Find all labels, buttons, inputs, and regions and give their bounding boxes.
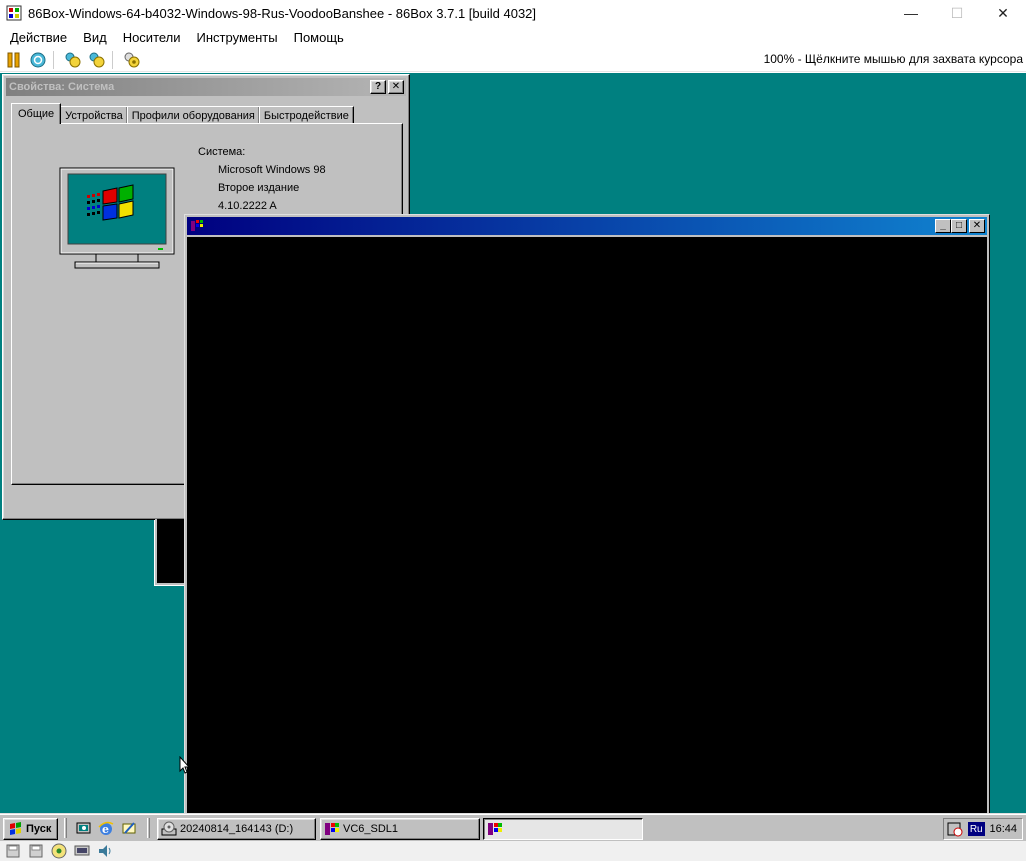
- system-properties-caption[interactable]: Свойства: Система ? ✕: [6, 78, 406, 96]
- host-menu-bar: Действие Вид Носители Инструменты Помощь: [0, 26, 1026, 48]
- menu-action[interactable]: Действие: [0, 30, 75, 45]
- start-label: Пуск: [26, 823, 52, 835]
- tasks-grip[interactable]: [147, 818, 150, 838]
- taskbar: Пуск e 20240814_164143 (D:) VC6_SDL1 Ru: [0, 813, 1026, 841]
- pause-icon[interactable]: [4, 50, 24, 70]
- outlook-express-icon[interactable]: [120, 819, 138, 837]
- menu-help[interactable]: Помощь: [286, 30, 352, 45]
- host-status-bar: [0, 841, 1026, 861]
- floppy-b-icon[interactable]: [27, 843, 45, 859]
- app-window-icon: [191, 220, 203, 231]
- sdl-close-button[interactable]: ✕: [969, 219, 985, 233]
- internet-explorer-icon[interactable]: e: [97, 819, 115, 837]
- toolbar-separator: [112, 50, 113, 69]
- sound-icon[interactable]: [96, 843, 114, 859]
- scheduler-icon[interactable]: [947, 821, 963, 837]
- quicklaunch-grip[interactable]: [64, 818, 67, 838]
- system-properties-title: Свойства: Система: [9, 81, 115, 93]
- show-desktop-icon[interactable]: [75, 819, 93, 837]
- help-button[interactable]: ?: [370, 80, 386, 94]
- windows-logo-icon: [10, 822, 21, 835]
- settings-icon[interactable]: [122, 50, 142, 70]
- clock[interactable]: 16:44: [989, 823, 1017, 835]
- emulated-screen[interactable]: Свойства: Система ? ✕ Общие Устройства П…: [0, 73, 1026, 841]
- os-version: 4.10.2222 A: [218, 200, 277, 212]
- background-window-fragment: [155, 519, 187, 585]
- language-indicator[interactable]: Ru: [967, 822, 985, 836]
- sdl-render-area[interactable]: [187, 237, 987, 819]
- cdrom-drive-icon: [161, 821, 177, 836]
- sdl-maximize-button[interactable]: □: [951, 219, 967, 233]
- 86box-app-icon: [6, 5, 22, 21]
- os-edition: Второе издание: [218, 182, 300, 194]
- host-minimize-button[interactable]: —: [888, 0, 934, 26]
- dialog-close-button[interactable]: ✕: [388, 80, 404, 94]
- sdl-app-icon: [488, 823, 502, 835]
- tab-performance[interactable]: Быстродействие: [258, 106, 354, 124]
- tab-general[interactable]: Общие: [11, 103, 62, 124]
- system-label: Система:: [198, 146, 246, 158]
- computer-monitor-icon: [59, 167, 175, 269]
- task-vc6-sdl1[interactable]: VC6_SDL1: [320, 818, 480, 840]
- sdl-app-window[interactable]: _ □ ✕: [184, 214, 990, 819]
- network-icon[interactable]: [73, 843, 91, 859]
- tab-devices[interactable]: Устройства: [60, 106, 128, 124]
- host-toolbar: 100% - Щёлкните мышью для захвата курсор…: [0, 48, 1026, 72]
- system-tray: Ru 16:44: [943, 818, 1023, 840]
- host-close-button[interactable]: ✕: [980, 0, 1026, 26]
- task-label: VC6_SDL1: [343, 823, 399, 835]
- start-button[interactable]: Пуск: [3, 818, 58, 840]
- ctrl-alt-esc-icon[interactable]: [87, 50, 107, 70]
- os-name: Microsoft Windows 98: [218, 164, 326, 176]
- cdrom-icon[interactable]: [50, 843, 68, 859]
- host-maximize-button[interactable]: ☐: [934, 0, 980, 26]
- system-info-block: Система: Microsoft Windows 98 Второе изд…: [198, 143, 326, 215]
- task-drive-d[interactable]: 20240814_164143 (D:): [157, 818, 316, 840]
- toolbar-separator: [53, 50, 54, 69]
- visual-cpp-icon: [325, 823, 339, 835]
- ctrl-alt-del-icon[interactable]: [63, 50, 83, 70]
- mouse-cursor-icon: [179, 756, 191, 774]
- sdl-window-caption[interactable]: _ □ ✕: [187, 217, 987, 235]
- svg-text:e: e: [102, 823, 109, 836]
- task-sdl-window[interactable]: [483, 818, 643, 840]
- host-window-title: 86Box-Windows-64-b4032-Windows-98-Rus-Vo…: [28, 5, 537, 21]
- reset-icon[interactable]: [28, 50, 48, 70]
- menu-media[interactable]: Носители: [115, 30, 189, 45]
- sdl-minimize-button[interactable]: _: [935, 219, 951, 233]
- properties-tabs: Общие Устройства Профили оборудования Бы…: [11, 102, 354, 124]
- menu-view[interactable]: Вид: [75, 30, 115, 45]
- host-title-bar: 86Box-Windows-64-b4032-Windows-98-Rus-Vo…: [0, 0, 1026, 26]
- tab-hardware-profiles[interactable]: Профили оборудования: [126, 106, 260, 124]
- menu-tools[interactable]: Инструменты: [189, 30, 286, 45]
- floppy-a-icon[interactable]: [4, 843, 22, 859]
- task-label: 20240814_164143 (D:): [180, 823, 294, 835]
- capture-hint-text: 100% - Щёлкните мышью для захвата курсор…: [763, 52, 1023, 66]
